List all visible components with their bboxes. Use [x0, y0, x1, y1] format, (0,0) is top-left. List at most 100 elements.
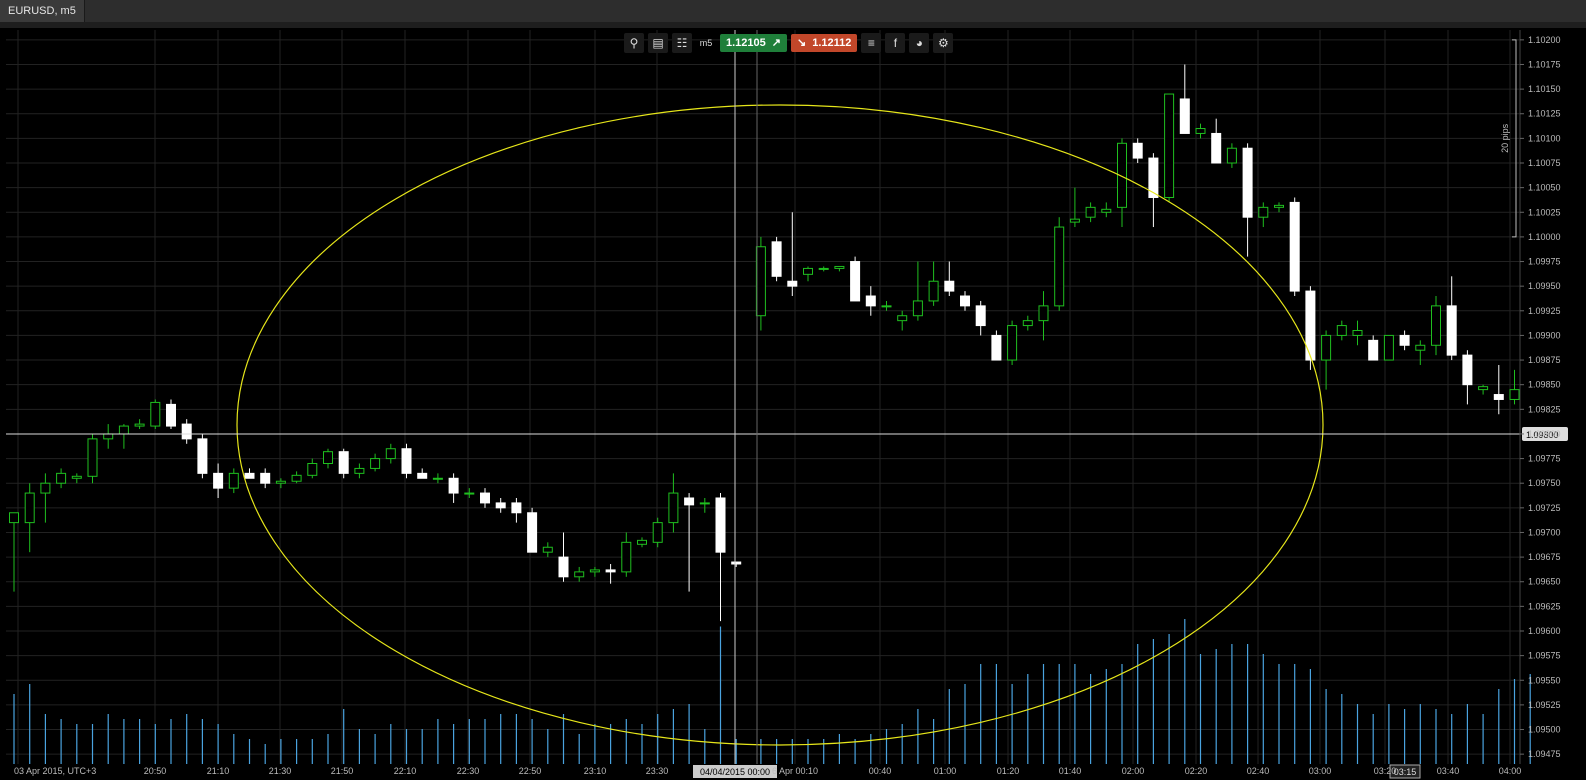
candle-body [1415, 344, 1426, 351]
candle-body [432, 477, 443, 480]
candle-body [385, 448, 396, 460]
buy-price-button[interactable]: 1.12105 ↗ [720, 34, 787, 52]
candle [1085, 202, 1096, 223]
y-tick-label: 1.09525 [1528, 700, 1561, 710]
sell-price: 1.12112 [812, 37, 852, 49]
x-tick-label: 23:10 [584, 766, 607, 776]
candle [960, 291, 970, 311]
y-tick-label: 1.09775 [1528, 454, 1561, 464]
x-tick-label: 01:00 [934, 766, 957, 776]
candle-body [1446, 305, 1457, 356]
candle [621, 532, 632, 577]
candle [1352, 320, 1363, 346]
candle [213, 463, 224, 498]
candle-body [1274, 204, 1284, 208]
candle [56, 468, 67, 489]
y-tick-label: 1.09900 [1528, 330, 1561, 340]
candle [150, 399, 161, 430]
search-icon[interactable]: ⚲ [624, 33, 644, 53]
y-tick-label: 1.10200 [1528, 35, 1561, 45]
candle-body [621, 541, 632, 573]
candle-body [960, 295, 970, 307]
candle-body [1431, 305, 1441, 346]
candle [40, 473, 51, 523]
facebook-icon[interactable]: f [885, 33, 906, 53]
candle [291, 471, 302, 484]
candle [1478, 384, 1489, 395]
chart-settings-icon[interactable]: ▤ [648, 33, 668, 53]
candle-body [897, 315, 908, 322]
candle-body [1462, 354, 1473, 386]
share-icon[interactable]: ◕ [909, 33, 930, 53]
candle [260, 468, 271, 489]
candle [464, 488, 475, 498]
candle [1132, 138, 1143, 164]
ellipse-drawing [236, 104, 1324, 746]
candle-body [1368, 339, 1379, 361]
candle-body [912, 300, 923, 317]
y-tick-label: 1.09800 [1528, 429, 1561, 439]
candle-body [150, 401, 161, 427]
candle [637, 537, 647, 548]
x-tick-label: 04:00 [1499, 766, 1522, 776]
candle-body [865, 295, 876, 307]
chart-tab[interactable]: EURUSD, m5 [0, 0, 85, 22]
y-tick-label: 1.09750 [1528, 478, 1561, 488]
y-tick-label: 1.09625 [1528, 601, 1561, 611]
candle-body [834, 265, 845, 269]
y-tick-label: 1.10150 [1528, 84, 1561, 94]
candle-body [1383, 334, 1394, 361]
candle-body [354, 467, 365, 474]
list-icon[interactable]: ≡ [861, 33, 882, 53]
candle-body [464, 492, 475, 495]
candle [511, 497, 522, 523]
y-tick-label: 1.10000 [1528, 232, 1561, 242]
candle-body [24, 492, 35, 524]
tools-icon[interactable]: ⚙ [933, 33, 954, 53]
candle [1368, 335, 1379, 361]
y-tick-label: 1.09700 [1528, 527, 1561, 537]
timeframe-button[interactable]: m5 [696, 38, 716, 48]
volume-bars [13, 619, 1531, 764]
sell-price-button[interactable]: ↘ 1.12112 [790, 34, 858, 52]
y-tick-label: 1.10075 [1528, 158, 1561, 168]
candle [542, 542, 553, 558]
axes: 1.10200 1.10175 1.10150 1.10125 1.10100 1.100… [14, 30, 1561, 776]
y-tick-label: 1.09850 [1528, 380, 1561, 390]
y-tick-label: 1.10050 [1528, 183, 1561, 193]
candle [1069, 187, 1080, 228]
x-tick-label: 21:30 [269, 766, 292, 776]
candle [181, 419, 192, 444]
candles-icon[interactable]: ☷ [672, 33, 692, 53]
candle [495, 497, 506, 513]
candle-body [323, 451, 333, 465]
buy-price: 1.12105 [726, 37, 766, 49]
candle-body [1164, 93, 1175, 198]
candle [771, 236, 782, 282]
candle-body [1226, 147, 1237, 164]
chart-grid [6, 30, 1520, 764]
candle-body [181, 423, 192, 440]
candle-body [1478, 386, 1489, 391]
candle-body [731, 561, 742, 565]
x-tick-label: 00:40 [869, 766, 892, 776]
candle [244, 468, 255, 479]
candlestick-chart[interactable]: 1.09800 04/04/2015 00:00 03:15 20 pips 1.10… [0, 28, 1586, 780]
x-tick-label: 01:20 [997, 766, 1020, 776]
candle [589, 566, 600, 577]
candle [118, 424, 129, 449]
candle [834, 265, 845, 272]
candle [1321, 330, 1332, 390]
candle [401, 443, 412, 479]
x-tick-label: 6 Apr 00:10 [772, 766, 818, 776]
candle-body [928, 280, 939, 302]
candle-body [275, 480, 286, 484]
candle-body [1399, 334, 1410, 346]
candle [307, 458, 318, 479]
y-tick-label: 1.09950 [1528, 281, 1561, 291]
candle [1274, 202, 1284, 213]
arrow-up-icon: ↗ [771, 37, 781, 49]
y-tick-label: 1.10125 [1528, 109, 1561, 119]
candle [9, 512, 19, 592]
candle-body [699, 502, 710, 505]
